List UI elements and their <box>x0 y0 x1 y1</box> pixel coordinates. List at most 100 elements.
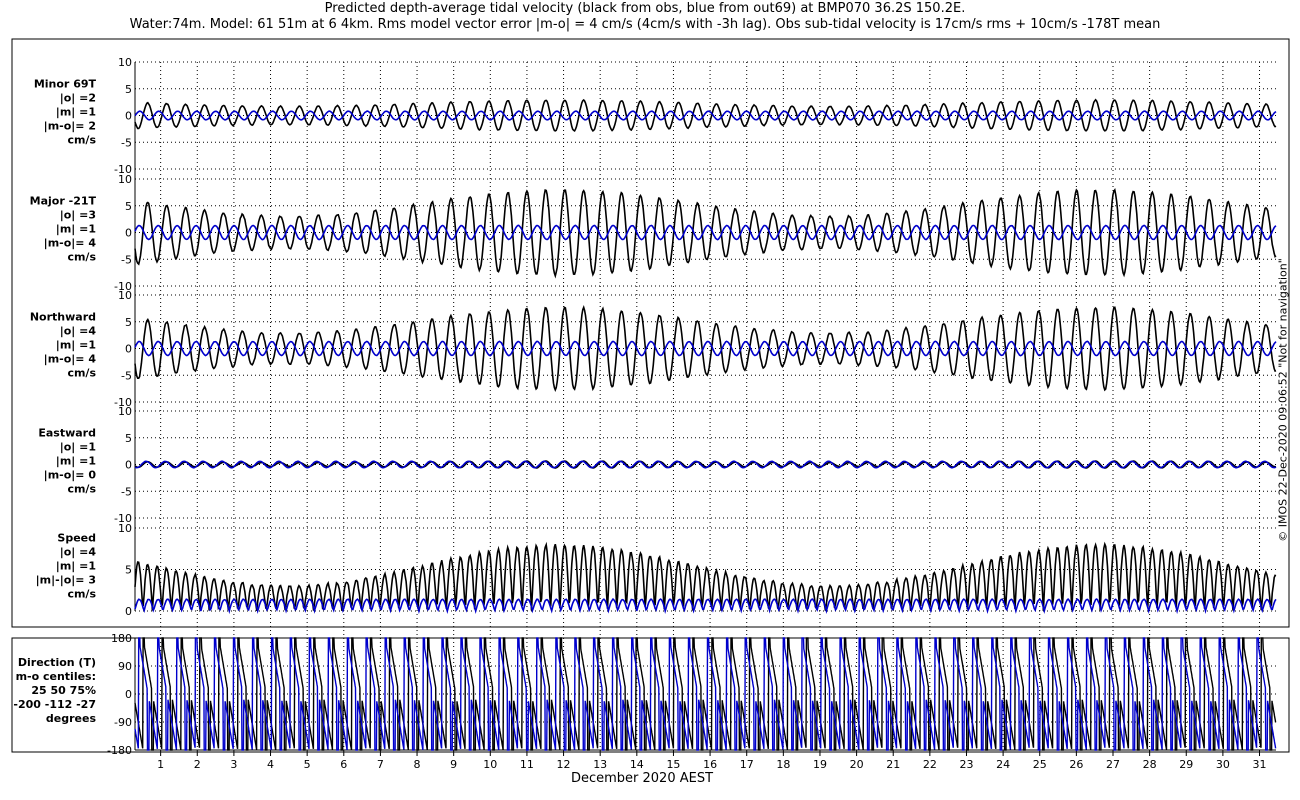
panel-label: |o| =1 <box>60 441 96 454</box>
panel-label: |m| =1 <box>56 455 96 468</box>
panel-label: cm/s <box>67 588 96 601</box>
x-tick-label: 19 <box>813 758 827 771</box>
panel-label: |m| =1 <box>56 560 96 573</box>
major-model-line <box>134 224 1277 241</box>
y-tick-label: 10 <box>118 173 132 186</box>
panel-label: cm/s <box>67 483 96 496</box>
panel-label: |m-o|= 2 <box>44 120 96 133</box>
x-tick-label: 28 <box>1143 758 1157 771</box>
x-tick-label: 31 <box>1253 758 1267 771</box>
panel-label: |o| =2 <box>60 92 96 105</box>
panel-label: 25 50 75% <box>31 684 96 697</box>
y-tick-label: 90 <box>118 660 132 673</box>
x-tick-label: 1 <box>157 758 164 771</box>
y-tick-label: 0 <box>125 459 132 472</box>
x-tick-label: 30 <box>1216 758 1230 771</box>
panel-label: -200 -112 -27 <box>13 698 96 711</box>
panel-label: degrees <box>46 712 97 725</box>
x-tick-label: 20 <box>850 758 864 771</box>
x-tick-label: 3 <box>230 758 237 771</box>
x-tick-label: 24 <box>996 758 1010 771</box>
minor-model-line <box>134 110 1277 121</box>
panel-label: |m| =1 <box>56 106 96 119</box>
x-tick-label: 21 <box>886 758 900 771</box>
model-direction-line <box>134 637 1277 751</box>
x-tick-label: 14 <box>630 758 644 771</box>
panel-label: m-o centiles: <box>16 670 96 683</box>
y-tick-label: 10 <box>118 522 132 535</box>
x-tick-label: 18 <box>776 758 790 771</box>
panel-label: cm/s <box>67 367 96 380</box>
panel-label: |m-o|= 4 <box>44 237 97 250</box>
y-tick-label: -5 <box>121 253 132 266</box>
y-tick-label: -5 <box>121 369 132 382</box>
y-tick-label: -5 <box>121 485 132 498</box>
x-tick-label: 27 <box>1106 758 1120 771</box>
panel-label: Speed <box>57 532 96 545</box>
panel-label: Minor 69T <box>34 78 97 91</box>
tidal-velocity-chart: 1050-5-101050-5-101050-5-101050-5-101050… <box>11 38 1290 786</box>
panel-label: cm/s <box>67 134 96 147</box>
y-tick-label: 0 <box>125 227 132 240</box>
y-tick-label: 0 <box>125 605 132 618</box>
x-axis: 1 2 3 4 5 6 7 8 9 10 11 12 13 14 15 16 17 18 19 20 21 22 23 24 2… <box>157 758 1266 786</box>
y-tick-labels: 1050-5-101050-5-101050-5-101050-5-101050… <box>107 56 132 757</box>
x-tick-label: 17 <box>740 758 754 771</box>
panel-label: Direction (T) <box>18 656 96 669</box>
panel-labels: Minor 69T|o| =2|m| =1|m-o|= 2cm/sMajor -… <box>13 78 96 726</box>
x-tick-label: 26 <box>1069 758 1083 771</box>
y-tick-label: 10 <box>118 56 132 69</box>
y-tick-label: -180 <box>107 744 132 757</box>
y-tick-label: 10 <box>118 289 132 302</box>
x-tick-label: 9 <box>450 758 457 771</box>
panel-label: |o| =4 <box>60 546 97 559</box>
y-tick-label: -90 <box>114 716 132 729</box>
x-tick-label: 22 <box>923 758 937 771</box>
x-tick-label: 7 <box>377 758 384 771</box>
main-frame <box>11 38 1290 628</box>
panel-label: |m-o|= 4 <box>44 353 97 366</box>
x-tick-label: 10 <box>483 758 497 771</box>
x-tick-label: 5 <box>304 758 311 771</box>
panel-label: Major -21T <box>30 195 97 208</box>
x-tick-label: 2 <box>194 758 201 771</box>
y-tick-label: 10 <box>118 405 132 418</box>
northward-model-line <box>134 340 1277 357</box>
x-axis-label: December 2020 AEST <box>571 771 713 786</box>
x-tick-labels: 1 2 3 4 5 6 7 8 9 10 11 12 13 14 15 16 17 18 19 20 21 22 23 24 2… <box>157 758 1266 771</box>
y-tick-label: 0 <box>125 688 132 701</box>
x-tick-label: 8 <box>414 758 421 771</box>
y-tick-label: 0 <box>125 343 132 356</box>
x-tick-label: 6 <box>340 758 347 771</box>
speed-model-line <box>134 597 1277 615</box>
y-tick-label: -5 <box>121 136 132 149</box>
panel-label: |o| =3 <box>60 209 96 222</box>
panel-label: |m| =1 <box>56 223 96 236</box>
panel-label: Northward <box>30 311 96 324</box>
y-tick-label: 0 <box>125 110 132 123</box>
x-tick-label: 25 <box>1033 758 1047 771</box>
panel-label: |m-o|= 0 <box>44 469 97 482</box>
y-tick-label: 5 <box>125 316 132 329</box>
panel-label: |m| =1 <box>56 339 96 352</box>
y-tick-label: 5 <box>125 432 132 445</box>
y-tick-label: 180 <box>111 632 132 645</box>
x-tick-label: 11 <box>520 758 534 771</box>
y-tick-label: 5 <box>125 83 132 96</box>
northward-obs-line <box>134 305 1277 393</box>
panel-label: |o| =4 <box>60 325 97 338</box>
y-tick-label: 5 <box>125 200 132 213</box>
y-tick-label: 5 <box>125 564 132 577</box>
panel-label: Eastward <box>38 427 96 440</box>
x-tick-label: 23 <box>959 758 973 771</box>
x-tick-label: 29 <box>1179 758 1193 771</box>
x-tick-label: 15 <box>666 758 680 771</box>
data-series <box>134 98 1277 751</box>
x-tick-label: 4 <box>267 758 274 771</box>
x-tick-label: 12 <box>557 758 571 771</box>
panel-label: |m|-|o|= 3 <box>36 574 96 587</box>
x-tick-label: 16 <box>703 758 717 771</box>
panel-label: cm/s <box>67 251 96 264</box>
major-obs-line <box>134 187 1277 279</box>
x-tick-label: 13 <box>593 758 607 771</box>
